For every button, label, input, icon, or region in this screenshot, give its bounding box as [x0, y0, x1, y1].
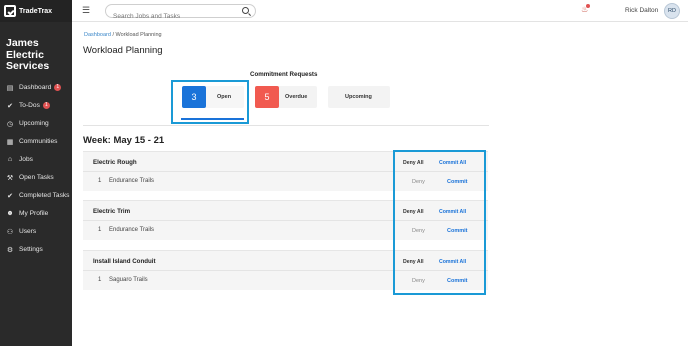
- gear-icon: ⚙: [6, 246, 14, 254]
- overdue-label: Overdue: [285, 94, 308, 100]
- section-divider: [83, 125, 489, 126]
- sidebar-item-label: My Profile: [19, 210, 49, 217]
- sidebar-item-my-profile[interactable]: ☻ My Profile: [0, 205, 72, 223]
- sidebar-item-todos[interactable]: ✔ To-Dos 1: [0, 97, 72, 115]
- row-community: Endurance Trails: [109, 178, 155, 184]
- row-community: Saguaro Trails: [109, 277, 148, 283]
- sidebar-item-open-tasks[interactable]: ⚒ Open Tasks: [0, 169, 72, 187]
- notification-badge: 1: [54, 84, 62, 91]
- sidebar-item-label: To-Dos: [19, 102, 40, 109]
- row-quantity: 1: [98, 277, 102, 283]
- sidebar-item-upcoming[interactable]: ◷ Upcoming: [0, 115, 72, 133]
- breadcrumb: Dashboard / Workload Planning: [84, 32, 162, 38]
- sidebar-item-communities[interactable]: ▦ Communities: [0, 133, 72, 151]
- search-icon[interactable]: [242, 7, 249, 14]
- search-input[interactable]: [106, 10, 236, 23]
- overdue-requests-card[interactable]: 5 Overdue: [255, 86, 317, 108]
- calendar-icon: ▤: [6, 84, 14, 92]
- upcoming-requests-card[interactable]: Upcoming: [328, 86, 390, 108]
- building-icon: ▦: [6, 138, 14, 146]
- notification-dot: [586, 4, 590, 8]
- check-circle-icon: ✔: [7, 192, 13, 200]
- brand[interactable]: TradeTrax: [0, 0, 72, 22]
- sidebar-item-completed-tasks[interactable]: ✔ Completed Tasks: [0, 187, 72, 205]
- sidebar-nav: ▤ Dashboard 1 ✔ To-Dos 1 ◷ Upcoming ▦ Co…: [0, 79, 72, 259]
- sidebar-item-label: Jobs: [19, 156, 33, 163]
- row-quantity: 1: [98, 178, 102, 184]
- hamburger-menu-icon[interactable]: ☰: [82, 5, 90, 16]
- user-name[interactable]: Rick Dalton: [625, 7, 658, 14]
- upcoming-label: Upcoming: [345, 94, 372, 100]
- users-icon: ⚇: [6, 228, 14, 236]
- check-circle-icon: ✔: [7, 102, 13, 110]
- sidebar: TradeTrax James Electric Services ▤ Dash…: [0, 0, 72, 346]
- breadcrumb-current: Workload Planning: [115, 32, 162, 38]
- job-title: Electric Trim: [93, 208, 131, 215]
- sidebar-item-label: Communities: [19, 138, 58, 145]
- sidebar-item-jobs[interactable]: ⌂ Jobs: [0, 151, 72, 169]
- sidebar-item-dashboard[interactable]: ▤ Dashboard 1: [0, 79, 72, 97]
- top-header: ☰ ♨ Rick Dalton RD: [72, 0, 688, 23]
- sidebar-item-label: Open Tasks: [19, 174, 54, 181]
- sidebar-item-settings[interactable]: ⚙ Settings: [0, 241, 72, 259]
- week-title: Week: May 15 - 21: [83, 135, 165, 146]
- clock-icon: ◷: [6, 120, 14, 128]
- brand-name: TradeTrax: [19, 7, 53, 15]
- job-title: Electric Rough: [93, 159, 137, 166]
- sidebar-item-label: Users: [19, 228, 37, 235]
- row-community: Endurance Trails: [109, 227, 155, 233]
- wrench-icon: ⚒: [6, 174, 14, 182]
- home-icon: ⌂: [7, 156, 13, 163]
- open-card-highlight: [171, 80, 249, 124]
- breadcrumb-separator: /: [112, 32, 114, 38]
- sidebar-item-users[interactable]: ⚇ Users: [0, 223, 72, 241]
- actions-column-highlight: [393, 150, 486, 295]
- search-box: [105, 4, 256, 23]
- breadcrumb-dashboard-link[interactable]: Dashboard: [84, 32, 111, 38]
- row-quantity: 1: [98, 227, 102, 233]
- notification-badge: 1: [42, 102, 50, 109]
- overdue-count-badge: 5: [255, 86, 279, 108]
- company-name: James Electric Services: [6, 37, 50, 72]
- user-circle-icon: ☻: [6, 210, 14, 217]
- sidebar-item-label: Dashboard: [19, 84, 52, 91]
- avatar[interactable]: RD: [664, 3, 680, 19]
- sidebar-item-label: Settings: [19, 246, 43, 253]
- sidebar-item-label: Completed Tasks: [19, 192, 70, 199]
- sidebar-item-label: Upcoming: [19, 120, 49, 127]
- page-title: Workload Planning: [83, 45, 163, 56]
- commitment-requests-heading: Commitment Requests: [250, 71, 318, 78]
- job-title: Install Island Conduit: [93, 258, 156, 265]
- tradetrax-logo-icon: [4, 5, 16, 17]
